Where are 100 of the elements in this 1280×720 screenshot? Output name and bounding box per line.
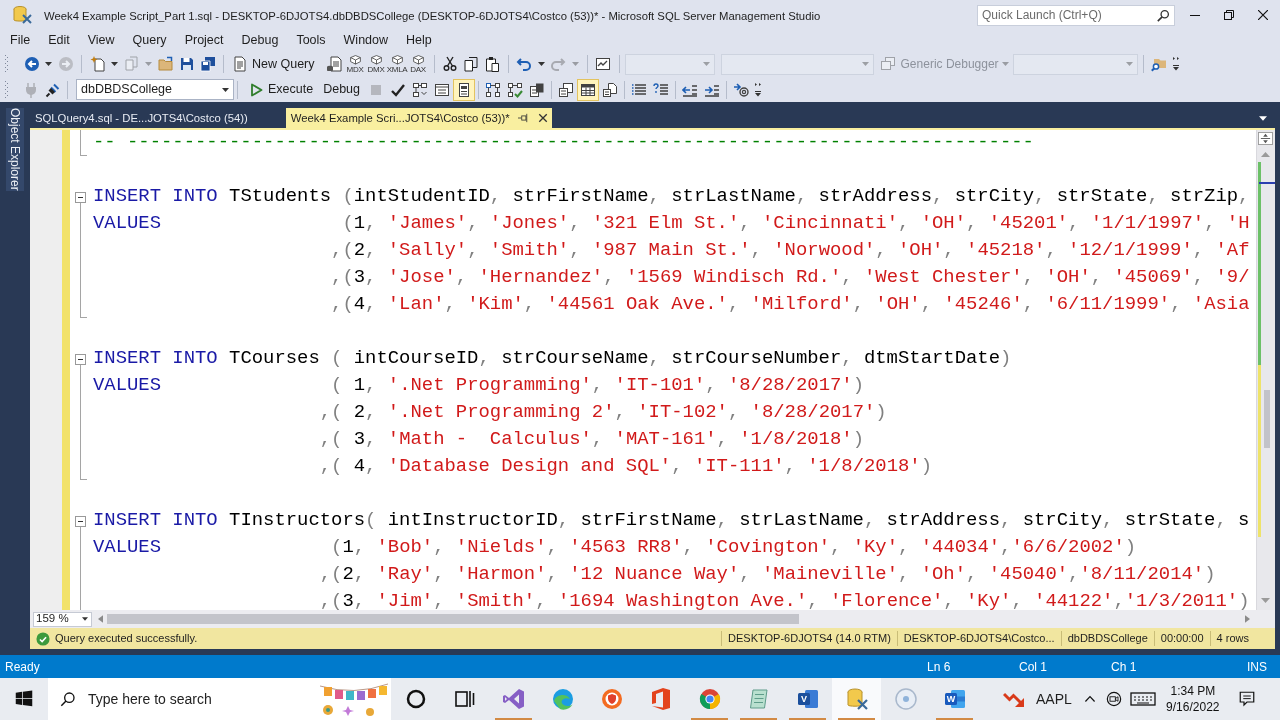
code-text: (1, 'James', 'Jones', '321 Elm St.', 'Cincinnati', 'OH', '45201', '1/1/1997', 'H — [342, 211, 1250, 234]
file-results-icon[interactable] — [602, 81, 618, 98]
query-type-button[interactable]: DMX — [367, 54, 385, 74]
menu-item[interactable]: Project — [184, 31, 224, 50]
code-text: ,(2, 'Sally', 'Smith', '987 Main St.', 'Norwood', 'OH', '45218', '12/1/1999', 'Af — [331, 238, 1250, 261]
keyboard-icon[interactable] — [1129, 690, 1156, 708]
undo-icon[interactable] — [516, 56, 533, 72]
menu-item[interactable]: Help — [406, 31, 432, 50]
code-text: ,(4, 'Lan', 'Kim', '44561 Oak Ave.', 'Milford', 'OH', '45246', '6/11/1999', 'Asia — [331, 292, 1250, 315]
grid-icon[interactable] — [577, 78, 599, 101]
status-text: Ready — [4, 658, 40, 676]
stats-cards-icon[interactable] — [529, 81, 545, 98]
zoom-dropdown[interactable]: 159 % — [33, 611, 92, 627]
query-type-button[interactable]: DAX — [410, 54, 426, 74]
caret-icon[interactable] — [537, 62, 545, 66]
close-icon[interactable] — [537, 113, 548, 123]
restore-icon[interactable] — [1224, 10, 1234, 20]
folder-icon[interactable] — [157, 56, 174, 72]
flow-check-icon[interactable] — [507, 81, 523, 98]
caret-icon[interactable] — [111, 62, 118, 66]
code-text: (1, 'Bob', 'Nields', '4563 RR8', 'Covington', 'Ky', '44034','6/6/2002') — [331, 535, 1137, 558]
taskbar-button[interactable]: V — [783, 678, 832, 720]
segmented-circle-icon — [697, 687, 722, 711]
dropdown[interactable]: dbDBDSCollege — [76, 79, 234, 100]
collapse-icon[interactable] — [75, 353, 86, 365]
menu-item[interactable]: Tools — [296, 31, 326, 50]
window-list-icon[interactable] — [434, 81, 450, 98]
code-text: ,(3, 'Jose', 'Hernandez', '1569 Windisch Rd.', 'West Chester', 'OH', '45069', '9/ — [331, 265, 1250, 288]
folder-search-icon[interactable] — [1151, 56, 1168, 72]
scrollbar-thumb[interactable] — [107, 614, 799, 624]
copy-icon[interactable] — [463, 56, 480, 72]
save-all-icon[interactable] — [199, 56, 216, 72]
flow-boxes-icon[interactable] — [412, 81, 428, 98]
vertical-scrollbar[interactable] — [1256, 130, 1275, 610]
caret-icon[interactable] — [1259, 116, 1267, 121]
menu-item[interactable]: Query — [132, 31, 167, 50]
query-type-button[interactable]: MDX — [346, 54, 364, 74]
paste-icon[interactable] — [484, 56, 501, 72]
toolbar-button[interactable]: Debug — [323, 78, 365, 101]
cube-icon — [369, 54, 383, 65]
pin-icon[interactable] — [517, 113, 528, 123]
search-field[interactable]: Type here to search — [48, 678, 391, 720]
stock-symbol[interactable]: AAPL — [1036, 688, 1072, 710]
status-field: 4 rows — [1209, 631, 1255, 646]
notification-icon[interactable] — [1237, 690, 1256, 708]
quick-launch-field[interactable]: Quick Launch (Ctrl+Q) — [977, 4, 1175, 26]
menu-item[interactable]: File — [10, 31, 31, 50]
plug-arrows-icon[interactable] — [45, 81, 61, 98]
caret-icon[interactable] — [222, 87, 229, 92]
toolbar-grip-icon[interactable] — [4, 54, 8, 74]
status-field: Col 1 — [1019, 659, 1047, 674]
taskbar-button[interactable]: W — [930, 678, 979, 720]
query-type-button[interactable]: XMLA — [386, 54, 408, 74]
toolbar-button[interactable]: Execute — [241, 78, 324, 101]
uncomment-lines-icon[interactable] — [653, 81, 669, 98]
editor-tab[interactable]: Week4 Example Scri...JOTS4\Costco (53))* — [285, 108, 552, 128]
bunting-doodle-icon[interactable] — [318, 680, 390, 718]
comment-lines-icon[interactable] — [631, 81, 647, 98]
split-handle-icon[interactable] — [1258, 132, 1273, 145]
editor-tab[interactable]: SQLQuery4.sql - DE...JOTS4\Costco (54)) — [30, 108, 252, 128]
windows-logo-icon[interactable] — [15, 690, 33, 708]
clock-time[interactable]: 1:34 PM — [1170, 683, 1216, 699]
search-icon[interactable] — [1157, 8, 1170, 22]
bowtie-logo-icon — [501, 687, 526, 711]
chevron-up-icon[interactable] — [1083, 694, 1096, 704]
form-icon[interactable] — [453, 78, 475, 101]
arrow-at-icon[interactable] — [733, 81, 749, 98]
stacked-windows-icon — [879, 56, 896, 72]
database-page-icon[interactable] — [326, 56, 343, 72]
chart-window-icon[interactable] — [595, 56, 612, 72]
code-text: ( 1, '.Net Programming', 'IT-101', '8/28/2017') — [331, 373, 864, 396]
save-icon[interactable] — [178, 56, 195, 72]
close-icon[interactable] — [1258, 10, 1268, 20]
database-tools-icon — [12, 5, 32, 25]
disc-icon — [893, 687, 918, 711]
menu-item[interactable]: Debug — [241, 31, 279, 50]
scissors-icon[interactable] — [442, 56, 459, 72]
new-file-icon[interactable] — [89, 56, 106, 72]
scrollbar-thumb[interactable] — [1264, 390, 1270, 448]
status-field: dbDBDSCollege — [1060, 631, 1154, 646]
object-explorer-tab[interactable]: Object Explorer — [6, 108, 24, 191]
menu-item[interactable]: View — [87, 31, 115, 50]
toolbar-button[interactable]: New Query — [229, 53, 324, 75]
code-text: TInstructors( intInstructorID, strFirstName, strLastName, strAddress, strCity, strState, s — [229, 508, 1250, 531]
window-title: Week4 Example Script_Part 1.sql - DESKTOP-6DJOTS4.dbDBDSCollege (DESKTOP-6DJOTS4\Costco (53))* - Microsoft SQL Server Management Studio — [44, 9, 821, 25]
menu-item[interactable]: Edit — [48, 31, 70, 50]
menu-item[interactable]: Window — [343, 31, 389, 50]
video-camera-icon[interactable] — [1105, 691, 1122, 707]
scroll-left-icon[interactable] — [98, 615, 103, 623]
overflow-icon[interactable] — [754, 81, 762, 98]
scroll-right-icon[interactable] — [1245, 615, 1250, 623]
caret-icon[interactable] — [82, 617, 88, 621]
toolbar-grip-icon[interactable] — [4, 79, 8, 100]
collapse-icon[interactable] — [75, 191, 86, 203]
text-results-icon[interactable] — [558, 81, 574, 98]
overflow-icon[interactable] — [1171, 56, 1180, 72]
clock-date[interactable]: 9/16/2022 — [1166, 699, 1220, 715]
caret-icon[interactable] — [45, 62, 52, 66]
flow-boxes-icon[interactable] — [485, 81, 501, 98]
collapse-icon[interactable] — [75, 515, 86, 527]
